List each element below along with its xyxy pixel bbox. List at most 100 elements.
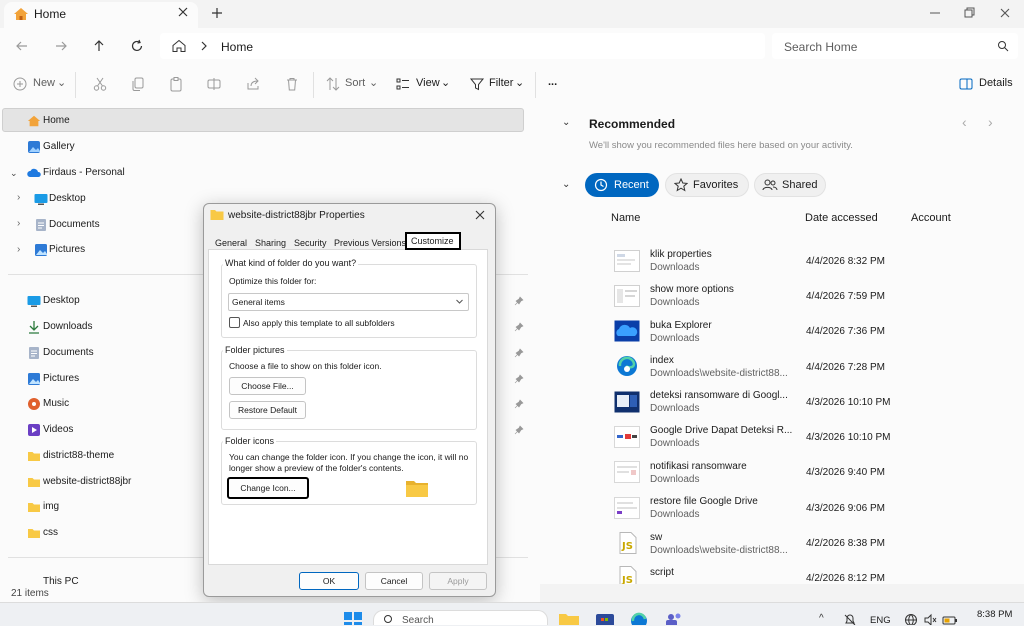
change-icon-button[interactable]: Change Icon... <box>227 477 309 499</box>
file-name[interactable]: buka Explorer <box>650 320 712 331</box>
minimize-icon[interactable] <box>928 6 942 20</box>
details-button[interactable]: Details <box>979 77 1013 89</box>
nav-item-videos[interactable]: Videos <box>43 424 73 435</box>
close-tab-icon[interactable] <box>176 5 190 19</box>
file-date: 4/3/2026 9:40 PM <box>806 467 885 478</box>
language-indicator[interactable]: ENG <box>870 615 891 625</box>
expand-chevron-icon[interactable]: ⌄ <box>10 168 18 179</box>
restore-default-button[interactable]: Restore Default <box>229 401 306 419</box>
pin-icon[interactable] <box>514 348 524 358</box>
pin-icon[interactable] <box>514 425 524 435</box>
restore-icon[interactable] <box>962 6 976 20</box>
home-icon <box>27 114 41 128</box>
rename-icon[interactable] <box>206 76 222 92</box>
tab-previous-versions[interactable]: Previous Versions <box>334 238 406 248</box>
refresh-icon[interactable] <box>130 39 144 53</box>
tab-security[interactable]: Security <box>294 238 327 248</box>
nav-item-css[interactable]: css <box>43 527 58 538</box>
nav-item-district88-theme[interactable]: district88-theme <box>43 450 114 461</box>
view-button[interactable]: View <box>416 77 440 89</box>
file-name[interactable]: show more options <box>650 284 734 295</box>
collapse-chevron-icon[interactable]: › <box>17 218 20 229</box>
collapse-chevron-icon[interactable]: › <box>17 244 20 255</box>
file-name[interactable]: restore file Google Drive <box>650 496 758 507</box>
ok-button[interactable]: OK <box>299 572 359 590</box>
more-options-button[interactable]: ... <box>548 76 557 88</box>
taskbar-search[interactable] <box>373 610 548 625</box>
file-date: 4/4/2026 8:32 PM <box>806 256 885 267</box>
volume-muted-icon[interactable] <box>923 613 937 625</box>
file-name[interactable]: klik properties <box>650 249 712 260</box>
tab-general[interactable]: General <box>215 238 247 248</box>
nav-item-onedrive[interactable]: Firdaus - Personal <box>43 167 125 178</box>
apply-subfolders-label: Also apply this template to all subfolde… <box>243 318 395 328</box>
sort-button[interactable]: Sort <box>345 77 365 89</box>
nav-item-onedrive-documents[interactable]: Documents <box>49 219 100 230</box>
file-name[interactable]: index <box>650 355 674 366</box>
file-name[interactable]: deteksi ransomware di Googl... <box>650 390 788 401</box>
up-icon[interactable] <box>92 39 106 53</box>
nav-item-pictures[interactable]: Pictures <box>43 373 79 384</box>
battery-icon[interactable] <box>942 613 958 625</box>
nav-item-img[interactable]: img <box>43 501 59 512</box>
copy-icon[interactable] <box>130 76 146 92</box>
teams-taskbar-icon[interactable] <box>664 611 684 625</box>
search-icon[interactable] <box>997 40 1009 52</box>
home-outline-icon <box>172 39 186 53</box>
cancel-button[interactable]: Cancel <box>365 572 423 590</box>
image-file-icon <box>614 391 640 413</box>
column-header-name[interactable]: Name <box>611 212 640 224</box>
nav-item-desktop[interactable]: Desktop <box>43 295 80 306</box>
cut-icon[interactable] <box>92 76 108 92</box>
file-name[interactable]: Google Drive Dapat Deteksi R... <box>650 425 792 436</box>
breadcrumb-home[interactable]: Home <box>221 40 253 54</box>
prev-arrow-icon[interactable]: ‹ <box>962 114 967 130</box>
network-icon[interactable] <box>904 613 918 625</box>
nav-item-music[interactable]: Music <box>43 398 69 409</box>
pin-icon[interactable] <box>514 374 524 384</box>
column-header-date[interactable]: Date accessed <box>805 212 878 224</box>
forward-icon[interactable] <box>54 39 68 53</box>
tab-sharing[interactable]: Sharing <box>255 238 286 248</box>
apply-subfolders-checkbox[interactable] <box>229 317 240 328</box>
next-arrow-icon[interactable]: › <box>988 114 993 130</box>
new-button[interactable]: New <box>33 77 55 89</box>
tray-overflow-icon[interactable]: ^ <box>819 613 824 625</box>
edge-taskbar-icon[interactable] <box>629 611 649 625</box>
file-name[interactable]: notifikasi ransomware <box>650 461 747 472</box>
new-tab-icon[interactable] <box>210 6 224 20</box>
nav-item-onedrive-desktop[interactable]: Desktop <box>49 193 86 204</box>
pin-icon[interactable] <box>514 399 524 409</box>
file-name[interactable]: script <box>650 567 674 578</box>
file-explorer-taskbar-icon[interactable] <box>558 611 580 625</box>
notification-muted-icon[interactable] <box>843 613 857 625</box>
collapse-recommended-icon[interactable]: ⌄ <box>562 117 570 128</box>
start-icon[interactable] <box>344 612 362 625</box>
delete-icon[interactable] <box>284 76 300 92</box>
clock-time[interactable]: 8:38 PM <box>977 609 1012 620</box>
paste-icon[interactable] <box>168 76 184 92</box>
store-taskbar-icon[interactable] <box>595 611 615 625</box>
share-icon[interactable] <box>245 76 261 92</box>
nav-item-this-pc[interactable]: This PC <box>10 574 90 584</box>
nav-item-gallery[interactable]: Gallery <box>43 141 75 152</box>
pin-icon[interactable] <box>514 322 524 332</box>
back-icon[interactable] <box>15 39 29 53</box>
nav-item-website-district88jbr[interactable]: website-district88jbr <box>43 476 131 487</box>
file-name[interactable]: sw <box>650 532 662 543</box>
nav-item-onedrive-pictures[interactable]: Pictures <box>49 244 85 255</box>
pin-icon[interactable] <box>514 296 524 306</box>
collapse-files-icon[interactable]: ⌄ <box>562 179 570 190</box>
choose-file-button[interactable]: Choose File... <box>229 377 306 395</box>
nav-item-documents[interactable]: Documents <box>43 347 94 358</box>
apply-button[interactable]: Apply <box>429 572 487 590</box>
close-window-icon[interactable] <box>998 6 1012 20</box>
dialog-close-icon[interactable] <box>473 208 487 222</box>
collapse-chevron-icon[interactable]: › <box>17 192 20 203</box>
filter-button[interactable]: Filter <box>489 77 513 89</box>
folder-icon <box>27 475 41 489</box>
nav-item-home[interactable] <box>2 108 524 132</box>
nav-item-downloads[interactable]: Downloads <box>43 321 92 332</box>
file-location: Downloads <box>650 474 700 485</box>
column-header-account[interactable]: Account <box>911 212 951 224</box>
